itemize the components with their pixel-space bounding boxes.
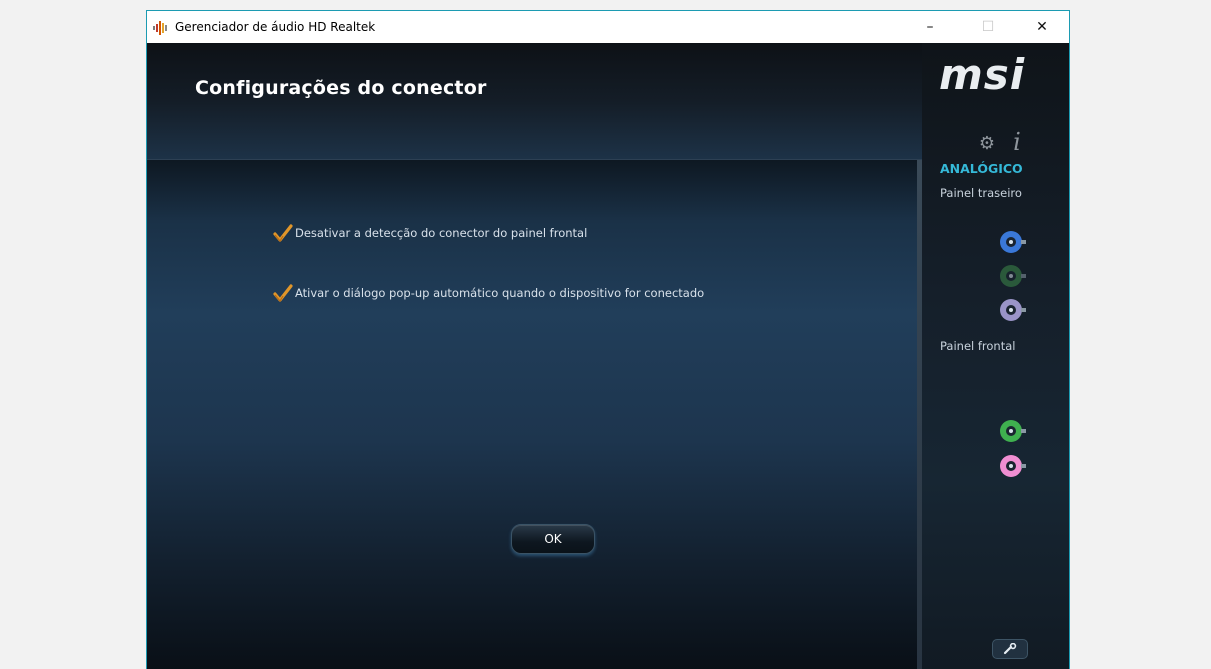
checkmark-icon[interactable] [273,283,293,303]
window-title: Gerenciador de áudio HD Realtek [175,20,376,34]
jack-back-blue[interactable] [1000,231,1026,253]
wrench-icon[interactable] [992,639,1028,659]
jack-back-lavender[interactable] [1000,299,1026,321]
page-title: Configurações do conector [195,77,487,99]
option-label: Desativar a detecção do conector do pain… [295,226,588,240]
option-label: Ativar o diálogo pop-up automático quand… [295,286,705,300]
jack-front-pink[interactable] [1000,455,1026,477]
front-panel-label: Painel frontal [940,339,1016,353]
minimize-button[interactable]: – [907,11,953,43]
realtek-window: Gerenciador de áudio HD Realtek – ☐ ✕ Co… [146,10,1070,669]
connector-settings-panel: Desativar a detecção do conector do pain… [147,159,922,669]
page-header: Configurações do conector [147,43,922,159]
title-bar[interactable]: Gerenciador de áudio HD Realtek – ☐ ✕ [147,11,1069,43]
close-button[interactable]: ✕ [1019,11,1065,43]
brand-text: msi [939,53,1025,97]
checkmark-icon[interactable] [273,223,293,243]
option-disable-front-panel-detection[interactable]: Desativar a detecção do conector do pain… [273,222,587,244]
jack-back-green[interactable] [1000,265,1026,287]
sidebar: msi ⚙ i ANALÓGICO Painel traseiro Painel… [922,43,1069,669]
msi-logo: msi [939,53,1025,97]
analog-section-label: ANALÓGICO [940,161,1023,176]
jack-front-green[interactable] [1000,420,1026,442]
ok-button[interactable]: OK [511,524,595,554]
info-icon[interactable]: i [1008,129,1026,155]
maximize-button[interactable]: ☐ [965,11,1011,43]
gear-icon[interactable]: ⚙ [976,133,998,155]
option-enable-auto-popup[interactable]: Ativar o diálogo pop-up automático quand… [273,282,704,304]
back-panel-label: Painel traseiro [940,186,1022,200]
speaker-app-icon [153,20,169,35]
